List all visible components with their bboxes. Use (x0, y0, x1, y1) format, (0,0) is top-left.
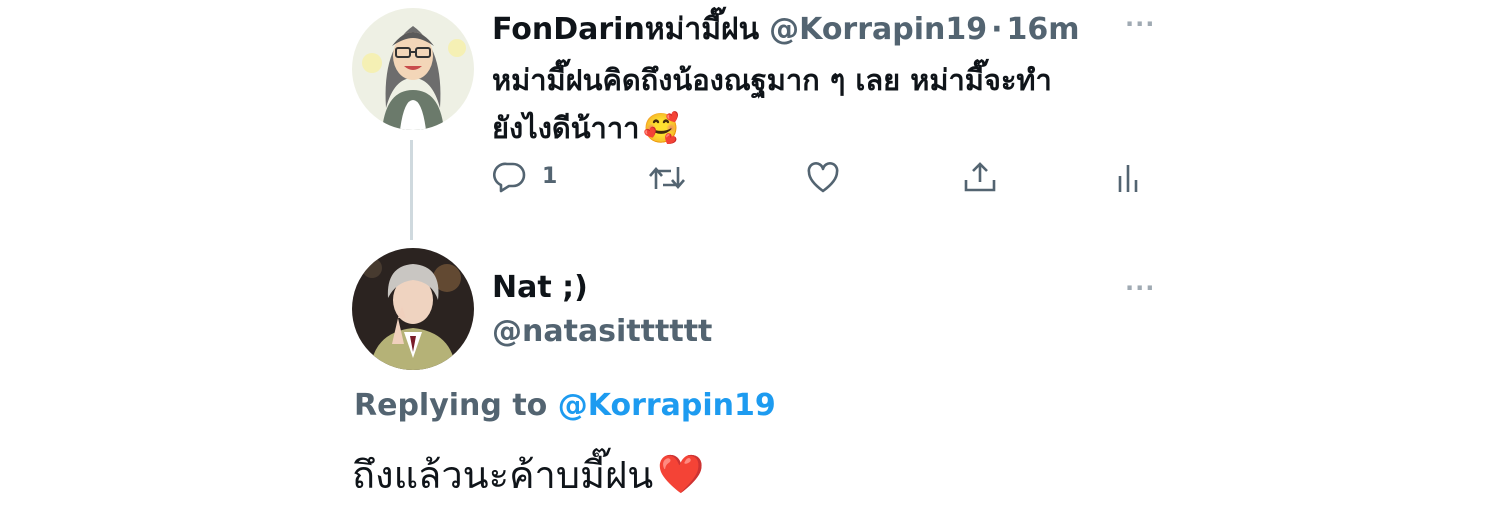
replying-to-line: Replying to @Korrapin19 (354, 388, 776, 423)
reply-display-name[interactable]: Nat ;) (492, 270, 588, 305)
reply-count: 1 (542, 164, 558, 189)
like-icon[interactable] (806, 162, 840, 194)
tweet-time[interactable]: 16m (1007, 12, 1080, 47)
thread-connector-line (410, 140, 413, 240)
replying-to-mention[interactable]: @Korrapin19 (558, 388, 776, 423)
reply-more-icon[interactable]: ··· (1125, 274, 1155, 302)
avatar-nat[interactable] (352, 248, 474, 370)
tweet-separator: · (991, 12, 1003, 47)
reply-handle[interactable]: @natasitttttt (492, 314, 712, 349)
share-icon[interactable] (962, 160, 998, 194)
replying-to-prefix: Replying to (354, 388, 548, 423)
tweet-header: FonDarinหม่ามี๊ฝน @Korrapin19 · 16m (492, 6, 1080, 53)
reply-text: ถึงแล้วนะค้าบมี๊ฝน ❤️ (352, 444, 705, 505)
tweet-handle[interactable]: @Korrapin19 (769, 12, 987, 47)
tweet-more-icon[interactable]: ··· (1125, 10, 1155, 38)
tweet-text-line-1: หม่ามี๊ฝนคิดถึงน้องณฐมาก ๆ เลย หม่ามี๊จะ… (492, 63, 1052, 97)
smiling-face-with-hearts-emoji: 🥰 (643, 111, 680, 145)
retweet-icon[interactable] (647, 163, 687, 193)
reply-text-body: ถึงแล้วนะค้าบมี๊ฝน (352, 453, 654, 497)
tweet-text: หม่ามี๊ฝนคิดถึงน้องณฐมาก ๆ เลย หม่ามี๊จะ… (492, 56, 1192, 152)
tweet-display-name[interactable]: FonDarinหม่ามี๊ฝน (492, 6, 759, 53)
avatar-fondarin[interactable] (352, 8, 474, 130)
reply-icon[interactable] (493, 161, 527, 193)
red-heart-emoji: ❤️ (657, 452, 705, 496)
analytics-icon[interactable] (1115, 162, 1141, 194)
tweet-text-line-2: ยังไงดีน้าาา (492, 111, 640, 145)
